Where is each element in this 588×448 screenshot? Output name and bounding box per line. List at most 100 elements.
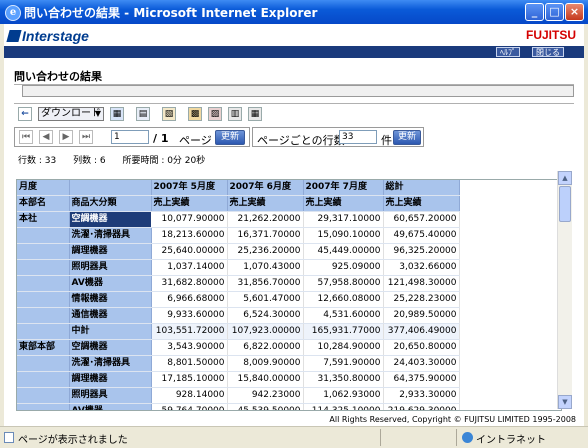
- value-cell: 96,325.20000: [383, 243, 460, 260]
- value-cell: 24,403.30000: [383, 355, 460, 372]
- category-cell[interactable]: 調理機器: [69, 371, 152, 388]
- download-dropdown[interactable]: ダウンロード ▼: [38, 107, 104, 121]
- table-row: 東部本部 空調機器 3,543.90000 6,822.00000 10,284.900…: [17, 339, 460, 356]
- category-cell[interactable]: 照明器具: [69, 387, 152, 404]
- dept-cell: [17, 291, 70, 308]
- value-cell: 57,958.80000: [303, 275, 384, 292]
- copyright-text: All Rights Reserved, Copyright © FUJITSU…: [329, 415, 576, 424]
- value-cell: 107,923.00000: [227, 323, 304, 340]
- pivot-grid[interactable]: 月度 2007年 5月度 2007年 6月度 2007年 7月度 総計 本部名 商品大分類売…: [16, 179, 562, 411]
- status-divider: [456, 429, 457, 446]
- layout-icon[interactable]: ▥: [228, 107, 242, 121]
- category-cell[interactable]: 照明器具: [69, 259, 152, 276]
- result-stats: 行数 : 33 列数 : 6 所要時間 : 0分 20秒: [18, 153, 219, 166]
- close-page-button[interactable]: 閉じる: [532, 47, 564, 57]
- category-cell[interactable]: 空調機器: [69, 211, 151, 228]
- category-cell[interactable]: 洗濯･清掃器具: [69, 355, 152, 372]
- first-page-icon[interactable]: ⏮: [19, 130, 33, 144]
- category-cell[interactable]: 空調機器: [69, 339, 152, 356]
- minimize-button[interactable]: _: [525, 3, 544, 21]
- category-cell[interactable]: 調理機器: [69, 243, 152, 260]
- rows-per-page-box: ページごとの行数 33 件 更新: [252, 127, 424, 147]
- category-cell[interactable]: AV機器: [69, 403, 152, 410]
- value-cell: 16,371.70000: [227, 227, 304, 244]
- value-cell: 103,551.72000: [151, 323, 228, 340]
- dept-cell: [17, 259, 70, 276]
- maximize-button[interactable]: □: [545, 3, 564, 21]
- category-cell[interactable]: 洗濯･清掃器具: [69, 227, 152, 244]
- header-cell[interactable]: [69, 180, 152, 196]
- page-number-input[interactable]: 1: [111, 130, 149, 144]
- ie-icon: e: [5, 5, 21, 21]
- zone-text: イントラネット: [476, 435, 546, 446]
- options-icon[interactable]: ▦: [248, 107, 262, 121]
- close-window-button[interactable]: ×: [565, 3, 584, 21]
- rows-per-page-input[interactable]: 33: [339, 130, 377, 144]
- value-cell: 59,764.70000: [151, 403, 228, 410]
- header-cell[interactable]: 本部名: [17, 195, 70, 212]
- page-title: 問い合わせの結果: [14, 70, 102, 83]
- table-row: 照明器具 928.14000 942.23000 1,062.93000 2,933.3…: [17, 387, 460, 404]
- table-row: 中計 103,551.72000 107,923.00000 165,931.7700…: [17, 323, 460, 340]
- value-cell: 6,966.68000: [151, 291, 228, 308]
- value-cell: 114,325.10000: [303, 403, 384, 410]
- prev-page-icon[interactable]: ◀: [39, 130, 53, 144]
- value-cell: 31,682.80000: [151, 275, 228, 292]
- dept-cell: [17, 227, 70, 244]
- dept-cell: [17, 387, 70, 404]
- window-titlebar[interactable]: e 問い合わせの結果 - Microsoft Internet Explorer…: [0, 0, 588, 24]
- chart-settings-icon[interactable]: ▩: [188, 107, 202, 121]
- dept-cell: 本社: [17, 211, 70, 228]
- value-cell: 942.23000: [227, 387, 304, 404]
- filter-icon[interactable]: ▨: [208, 107, 222, 121]
- back-icon[interactable]: ←: [18, 107, 32, 121]
- table-row: 本社 空調機器 10,077.90000 21,262.20000 29,317.100…: [17, 211, 460, 228]
- value-cell: 6,822.00000: [227, 339, 304, 356]
- value-cell: 18,213.60000: [151, 227, 228, 244]
- category-cell[interactable]: AV機器: [69, 275, 152, 292]
- last-page-icon[interactable]: ⏭: [79, 130, 93, 144]
- value-cell: 8,009.90000: [227, 355, 304, 372]
- value-cell: 31,856.70000: [227, 275, 304, 292]
- dept-cell: [17, 307, 70, 324]
- elapsed-time: 所要時間 : 0分 20秒: [122, 156, 206, 166]
- header-cell[interactable]: 月度: [17, 180, 70, 196]
- value-cell: 17,185.10000: [151, 371, 228, 388]
- pager-box: ⏮ ◀ ▶ ⏭ 1 / 1 ページ 更新: [14, 127, 250, 147]
- page-update-button[interactable]: 更新: [215, 130, 245, 145]
- category-cell[interactable]: 中計: [69, 323, 152, 340]
- table-view-icon[interactable]: ▦: [110, 107, 124, 121]
- value-cell: 2,933.30000: [383, 387, 460, 404]
- value-cell: 29,317.10000: [303, 211, 384, 228]
- header-cell: 売上実績: [303, 195, 384, 212]
- value-cell: 20,650.80000: [383, 339, 460, 356]
- scroll-up-icon[interactable]: ▲: [558, 171, 572, 185]
- header-row: 本部名 商品大分類 売上実績 売上実績 売上実績 売上実績: [17, 195, 460, 212]
- total-pages: / 1: [153, 132, 169, 145]
- category-cell[interactable]: 通信機器: [69, 307, 152, 324]
- chart-view-icon[interactable]: ▧: [162, 107, 176, 121]
- value-cell: 15,090.10000: [303, 227, 384, 244]
- value-cell: 1,062.93000: [303, 387, 384, 404]
- print-preview-icon[interactable]: ▤: [136, 107, 150, 121]
- vertical-scrollbar[interactable]: ▲ ▼: [557, 171, 572, 409]
- page-label: ページ: [179, 134, 212, 147]
- scroll-down-icon[interactable]: ▼: [558, 395, 572, 409]
- table-row: 調理機器 25,640.00000 25,236.20000 45,449.00000…: [17, 243, 460, 260]
- value-cell: 1,037.14000: [151, 259, 228, 276]
- header-cell: 2007年 6月度: [227, 180, 304, 196]
- value-cell: 377,406.49000: [383, 323, 460, 340]
- header-cell: 売上実績: [383, 195, 460, 212]
- value-cell: 121,498.30000: [383, 275, 460, 292]
- divider: [14, 103, 574, 104]
- header-row: 月度 2007年 5月度 2007年 6月度 2007年 7月度 総計: [17, 180, 460, 196]
- help-button[interactable]: ﾍﾙﾌﾟ: [496, 47, 520, 57]
- next-page-icon[interactable]: ▶: [59, 130, 73, 144]
- category-cell[interactable]: 情報機器: [69, 291, 152, 308]
- dept-cell: [17, 275, 70, 292]
- header-cell[interactable]: 商品大分類: [69, 195, 152, 212]
- scroll-thumb[interactable]: [559, 186, 571, 222]
- value-cell: 3,032.66000: [383, 259, 460, 276]
- rows-update-button[interactable]: 更新: [393, 130, 421, 145]
- table-row: 通信機器 9,933.60000 6,524.30000 4,531.60000 20,…: [17, 307, 460, 324]
